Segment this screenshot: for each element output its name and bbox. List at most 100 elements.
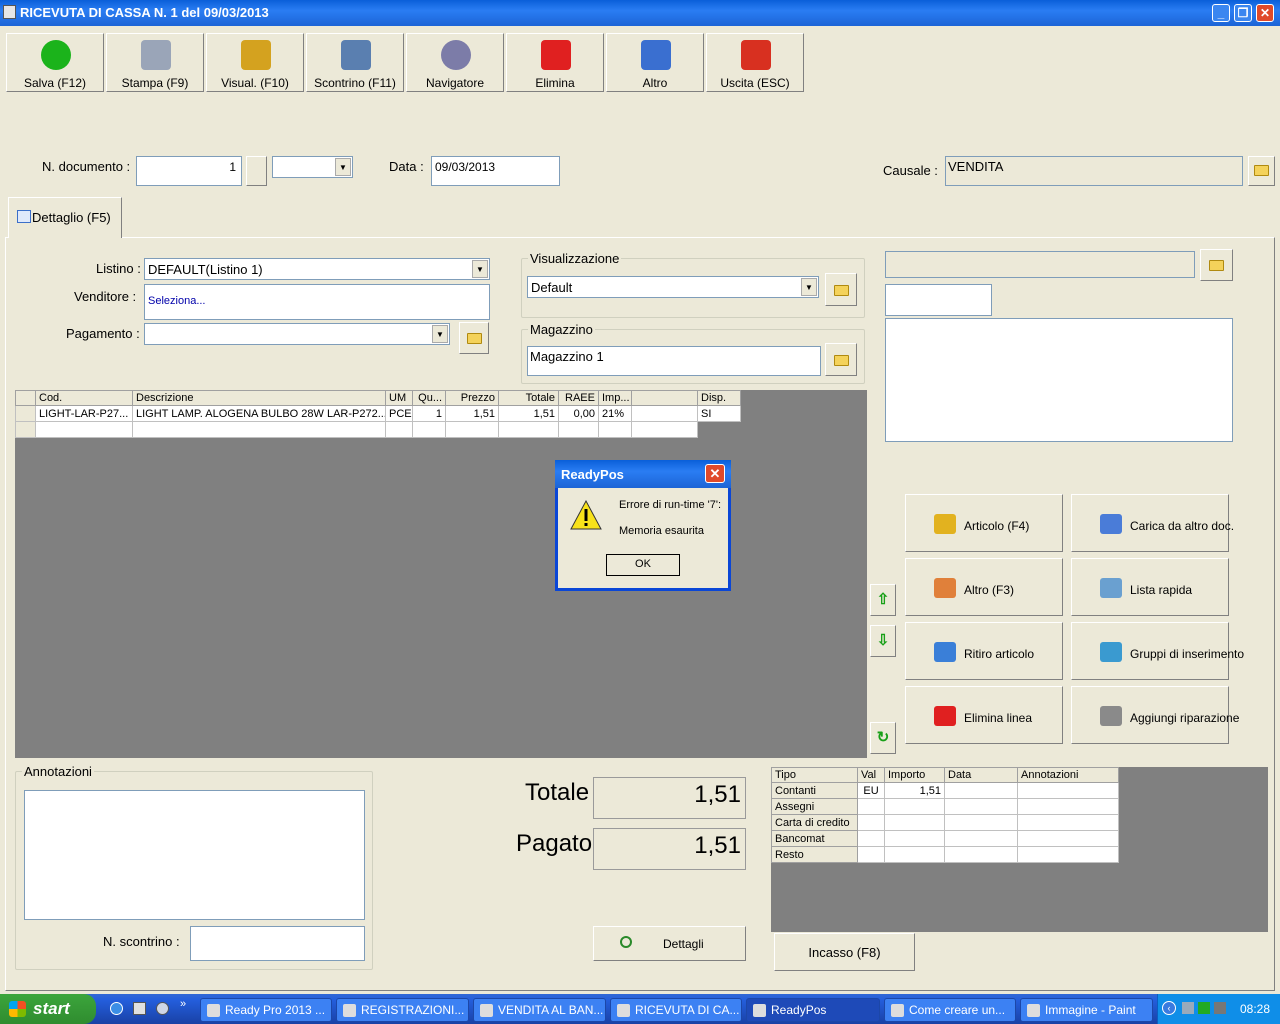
ritiro-articolo-button[interactable]: Ritiro articolo: [905, 622, 1063, 680]
row-selector[interactable]: [15, 405, 36, 422]
window-titlebar[interactable]: RICEVUTA DI CASSA N. 1 del 09/03/2013 _ …: [0, 0, 1280, 26]
payment-cell[interactable]: [944, 846, 1018, 863]
column-header[interactable]: Descrizione: [132, 390, 386, 406]
date-field[interactable]: 09/03/2013: [431, 156, 560, 186]
taskbar-item[interactable]: REGISTRAZIONI...: [336, 998, 469, 1022]
payment-cell[interactable]: [944, 782, 1018, 799]
payment-cell[interactable]: [884, 798, 945, 815]
taskbar-item[interactable]: Come creare un...: [884, 998, 1016, 1022]
incasso-button[interactable]: Incasso (F8): [774, 933, 915, 971]
taskbar-item[interactable]: RICEVUTA DI CA...: [610, 998, 742, 1022]
chevron-down-icon[interactable]: ▼: [472, 260, 488, 278]
table-cell[interactable]: [15, 421, 36, 438]
payment-cell[interactable]: [1017, 830, 1119, 847]
ie-icon[interactable]: [110, 1002, 123, 1015]
taskbar-item[interactable]: Immagine - Paint: [1020, 998, 1153, 1022]
doc-series-combo[interactable]: ▼: [272, 156, 353, 178]
move-down-icon[interactable]: ⇩: [870, 625, 896, 657]
column-header[interactable]: Prezzo: [445, 390, 499, 406]
payment-cell[interactable]: [857, 846, 885, 863]
restore-icon[interactable]: ❐: [1234, 4, 1252, 22]
salva-button[interactable]: Salva (F12): [6, 33, 104, 92]
payment-cell[interactable]: [884, 830, 945, 847]
payment-cell[interactable]: [944, 798, 1018, 815]
table-cell[interactable]: PCE: [385, 405, 413, 422]
move-up-icon[interactable]: ⇧: [870, 584, 896, 616]
tab-dettaglio[interactable]: Dettaglio (F5): [8, 197, 122, 238]
scontrino-button[interactable]: Scontrino (F11): [306, 33, 404, 92]
causale-folder-button[interactable]: [1248, 156, 1275, 186]
payment-cell[interactable]: [944, 830, 1018, 847]
venditore-field[interactable]: Seleziona...: [144, 284, 490, 320]
chevron-right-icon[interactable]: »: [180, 998, 186, 1010]
table-cell[interactable]: [631, 421, 698, 438]
column-header[interactable]: Cod.: [35, 390, 133, 406]
network-icon[interactable]: [1182, 1002, 1194, 1014]
articolo-button[interactable]: Articolo (F4): [905, 494, 1063, 552]
table-cell[interactable]: [132, 421, 386, 438]
doc-number-button[interactable]: [246, 156, 267, 186]
causale-field[interactable]: VENDITA: [945, 156, 1243, 186]
payment-row[interactable]: Assegni: [771, 798, 1119, 815]
pagamento-folder-button[interactable]: [459, 322, 489, 354]
visualizzazione-folder-button[interactable]: [825, 273, 857, 306]
payment-cell[interactable]: [857, 814, 885, 831]
listino-combo[interactable]: DEFAULT(Listino 1) ▼: [144, 258, 490, 280]
table-cell[interactable]: [697, 421, 741, 438]
payment-cell[interactable]: EU: [857, 782, 885, 799]
uscita-button[interactable]: Uscita (ESC): [706, 33, 804, 92]
navigatore-button[interactable]: Navigatore: [406, 33, 504, 92]
pagamento-combo[interactable]: ▼: [144, 323, 450, 345]
dialog-titlebar[interactable]: ReadyPos ✕: [555, 460, 731, 488]
lista-rapida-button[interactable]: Lista rapida: [1071, 558, 1229, 616]
table-cell[interactable]: LIGHT-LAR-P27...: [35, 405, 133, 422]
payment-cell[interactable]: [1017, 798, 1119, 815]
chevron-down-icon[interactable]: ▼: [335, 158, 351, 176]
altro-button[interactable]: Altro (F3): [905, 558, 1063, 616]
payment-column-header[interactable]: Val: [857, 767, 885, 783]
search-field[interactable]: [885, 251, 1195, 278]
table-row[interactable]: LIGHT-LAR-P27... LIGHT LAMP. ALOGENA BULB…: [15, 405, 741, 422]
table-cell[interactable]: [385, 421, 413, 438]
scontrino-field[interactable]: [190, 926, 365, 961]
column-header[interactable]: RAEE: [558, 390, 599, 406]
table-cell[interactable]: LIGHT LAMP. ALOGENA BULBO 28W LAR-P272..…: [132, 405, 386, 422]
desktop-icon[interactable]: [133, 1002, 146, 1015]
altro-button[interactable]: Altro: [606, 33, 704, 92]
start-button[interactable]: start: [0, 994, 96, 1024]
column-header[interactable]: Imp...: [598, 390, 632, 406]
table-cell[interactable]: [631, 405, 698, 422]
payment-cell[interactable]: [884, 846, 945, 863]
payment-row[interactable]: Contanti EU 1,51: [771, 782, 1119, 799]
visual-button[interactable]: Visual. (F10): [206, 33, 304, 92]
doc-number-field[interactable]: 1: [136, 156, 242, 186]
visualizzazione-combo[interactable]: Default ▼: [527, 276, 819, 298]
security-icon[interactable]: [1198, 1002, 1210, 1014]
refresh-icon[interactable]: ↻: [870, 722, 896, 754]
payment-cell[interactable]: [884, 814, 945, 831]
payment-cell[interactable]: [1017, 782, 1119, 799]
gruppi-di-inserimento-button[interactable]: Gruppi di inserimento: [1071, 622, 1244, 680]
payments-grid[interactable]: Tipo Val Importo Data Annotazioni Contanti EU…: [771, 767, 1268, 932]
table-cell[interactable]: [412, 421, 446, 438]
column-header[interactable]: [631, 390, 698, 406]
elimina-button[interactable]: Elimina: [506, 33, 604, 92]
minimize-icon[interactable]: _: [1212, 4, 1230, 22]
aggiungi-riparazione-button[interactable]: Aggiungi riparazione: [1071, 686, 1239, 744]
payment-cell[interactable]: [944, 814, 1018, 831]
payment-cell[interactable]: [1017, 846, 1119, 863]
payment-column-header[interactable]: Importo: [884, 767, 945, 783]
taskbar-item[interactable]: VENDITA AL BAN...: [473, 998, 606, 1022]
close-icon[interactable]: ✕: [1256, 4, 1274, 22]
taskbar-item[interactable]: Ready Pro 2013 ...: [200, 998, 332, 1022]
payment-cell[interactable]: 1,51: [884, 782, 945, 799]
column-header[interactable]: Disp.: [697, 390, 741, 406]
dialog-close-icon[interactable]: ✕: [705, 464, 725, 483]
media-player-icon[interactable]: [156, 1002, 169, 1015]
payment-row[interactable]: Resto: [771, 846, 1119, 863]
table-cell[interactable]: 0,00: [558, 405, 599, 422]
elimina-linea-button[interactable]: Elimina linea: [905, 686, 1063, 744]
payment-row[interactable]: Carta di credito: [771, 814, 1119, 831]
table-cell[interactable]: [445, 421, 499, 438]
magazzino-field[interactable]: Magazzino 1: [527, 346, 821, 376]
